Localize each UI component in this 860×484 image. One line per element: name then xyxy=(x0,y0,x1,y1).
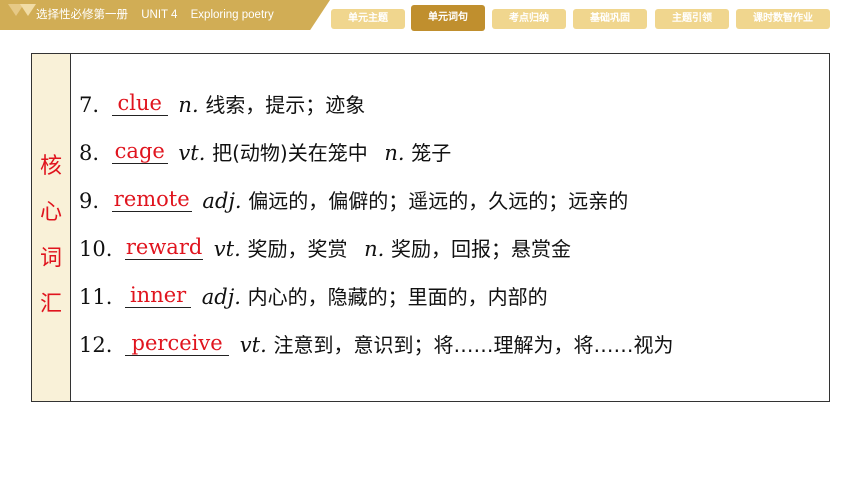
part-of-speech: vt. xyxy=(178,141,206,165)
definition: 线索，提示；迹象 xyxy=(205,93,366,117)
side-label-char: 汇 xyxy=(39,292,62,317)
definition: 注意到，意识到；将……理解为，将……视为 xyxy=(273,333,674,357)
definition: 把(动物)关在笼中 xyxy=(212,141,368,165)
top-bar: 选择性必修第一册 UNIT 4 Exploring poetry 单元主题 单元… xyxy=(0,0,860,36)
answer-blank: cage xyxy=(111,137,168,164)
part-of-speech: vt. xyxy=(213,237,241,261)
answer-text: cage xyxy=(114,139,165,163)
part-of-speech: vt. xyxy=(239,333,267,357)
answer-text: clue xyxy=(117,91,162,115)
definition: 笼子 xyxy=(411,141,452,165)
side-label-char: 心 xyxy=(39,200,62,225)
header-title-tab: 选择性必修第一册 UNIT 4 Exploring poetry xyxy=(0,0,330,30)
answer-text: reward xyxy=(125,235,203,259)
nav-tab-basic-practice[interactable]: 基础巩固 xyxy=(573,9,647,29)
item-number: 12. xyxy=(79,333,113,357)
answer-text: remote xyxy=(113,187,190,211)
vocab-item: 9. remote adj. 偏远的，偏僻的；遥远的，久远的；远亲的 xyxy=(79,181,829,229)
side-label-char: 核 xyxy=(39,154,62,179)
item-number: 10. xyxy=(79,237,113,261)
nav-tab-theme-guide[interactable]: 主题引领 xyxy=(655,9,729,29)
answer-text: perceive xyxy=(131,331,223,355)
answer-blank: reward xyxy=(125,233,204,260)
answer-blank: inner xyxy=(125,281,192,308)
item-number: 8. xyxy=(79,141,100,165)
definition: 偏远的，偏僻的；遥远的，久远的；远亲的 xyxy=(248,189,629,213)
answer-blank: clue xyxy=(111,89,168,116)
side-label-column: 核 心 词 汇 xyxy=(32,54,71,401)
part-of-speech: n. xyxy=(384,141,405,165)
vocab-item: 12. perceive vt. 注意到，意识到；将……理解为，将……视为 xyxy=(79,325,829,373)
book-title: 选择性必修第一册 xyxy=(36,9,128,21)
side-label: 核 心 词 汇 xyxy=(32,144,70,328)
answer-blank: remote xyxy=(111,185,192,212)
nav-tab-unit-theme[interactable]: 单元主题 xyxy=(331,9,405,29)
answer-blank: perceive xyxy=(125,329,230,356)
nav-tab-unit-vocab[interactable]: 单元词句 xyxy=(411,5,485,31)
part-of-speech: adj. xyxy=(201,285,241,309)
definition: 奖励，回报；悬赏金 xyxy=(391,237,572,261)
definition: 奖励，奖赏 xyxy=(247,237,348,261)
nav-tab-homework[interactable]: 课时数智作业 xyxy=(736,9,830,29)
item-number: 9. xyxy=(79,189,100,213)
side-label-char: 词 xyxy=(39,246,62,271)
vocab-list: 7. clue n. 线索，提示；迹象 8. cage vt. 把(动物)关在笼… xyxy=(79,85,829,373)
item-number: 11. xyxy=(79,285,113,309)
vocab-item: 11. inner adj. 内心的，隐藏的；里面的，内部的 xyxy=(79,277,829,325)
vocab-item: 8. cage vt. 把(动物)关在笼中 n. 笼子 xyxy=(79,133,829,181)
answer-text: inner xyxy=(129,283,187,307)
item-number: 7. xyxy=(79,93,100,117)
part-of-speech: n. xyxy=(178,93,199,117)
unit-topic: Exploring poetry xyxy=(190,9,274,21)
part-of-speech: n. xyxy=(364,237,385,261)
vocab-item: 10. reward vt. 奖励，奖赏 n. 奖励，回报；悬赏金 xyxy=(79,229,829,277)
vocab-panel: 核 心 词 汇 7. clue n. 线索，提示；迹象 8. cage vt. … xyxy=(31,53,830,402)
part-of-speech: adj. xyxy=(202,189,242,213)
unit-label: UNIT 4 xyxy=(141,9,178,21)
header-triangle-icon xyxy=(20,4,36,16)
nav-tab-key-points[interactable]: 考点归纳 xyxy=(492,9,566,29)
vocab-item: 7. clue n. 线索，提示；迹象 xyxy=(79,85,829,133)
definition: 内心的，隐藏的；里面的，内部的 xyxy=(247,285,548,309)
